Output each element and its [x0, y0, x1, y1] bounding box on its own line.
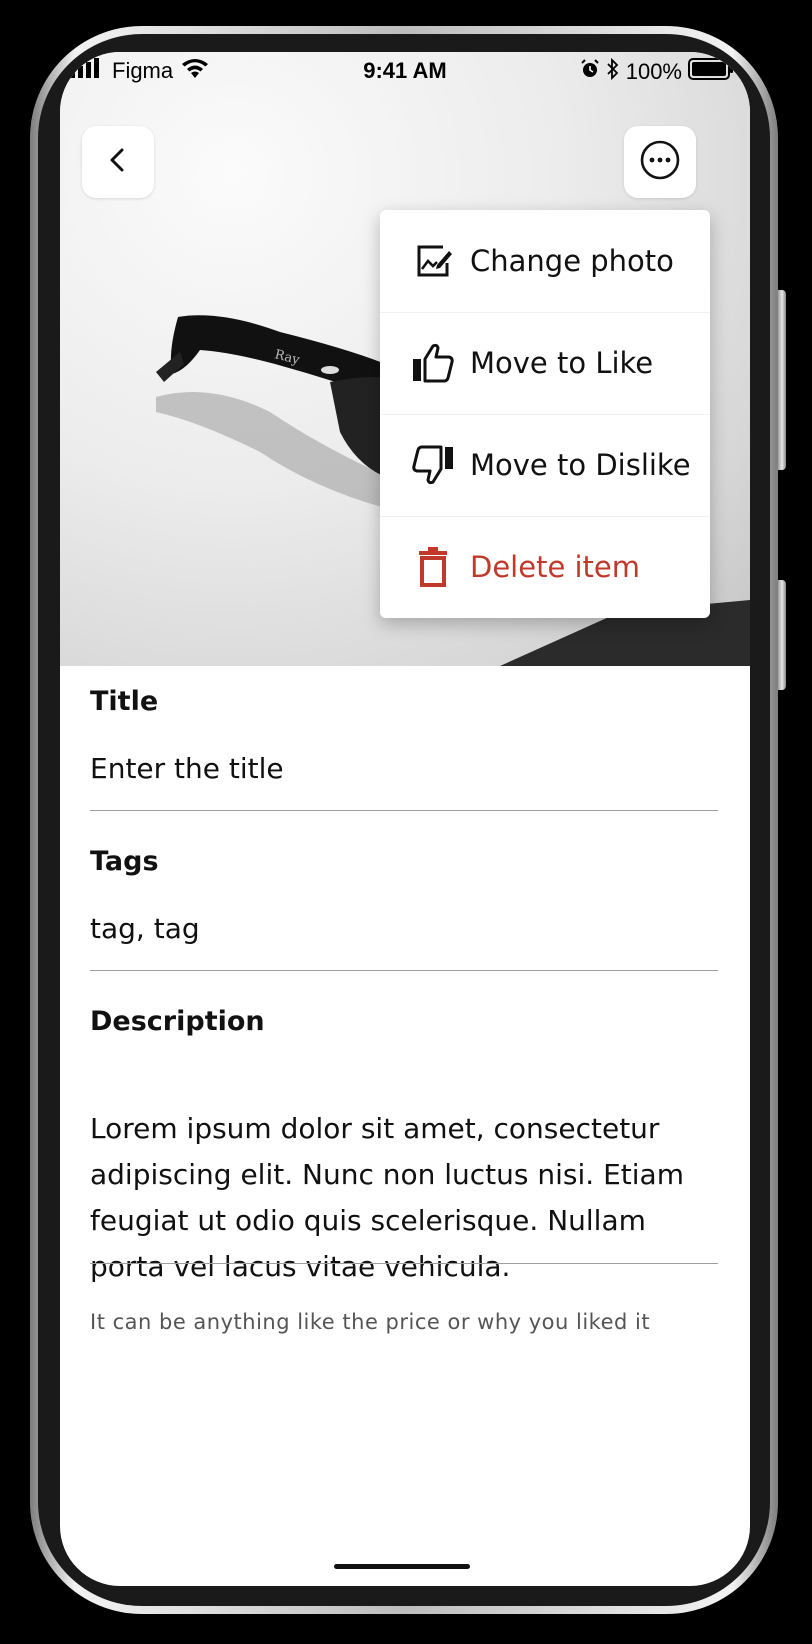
menu-item-label: Delete item — [470, 550, 641, 584]
menu-item-label: Change photo — [470, 244, 674, 278]
description-underline — [90, 1263, 718, 1264]
trash-icon — [410, 544, 456, 590]
menu-item-move-to-like[interactable]: Move to Like — [380, 312, 710, 414]
thumbs-up-icon — [410, 340, 456, 386]
status-bar: Figma 9:41 AM 100% — [60, 52, 750, 98]
battery-percent: 100% — [625, 59, 682, 84]
screen: Ray Figma 9:41 AM 100% Change photo Move… — [60, 52, 750, 1586]
menu-item-delete[interactable]: Delete item — [380, 516, 710, 618]
description-hint: It can be anything like the price or why… — [90, 1310, 651, 1334]
side-button-lower — [778, 580, 786, 690]
tags-underline — [90, 970, 718, 971]
title-field[interactable]: Enter the title — [90, 752, 284, 785]
menu-item-move-to-dislike[interactable]: Move to Dislike — [380, 414, 710, 516]
tags-label: Tags — [90, 846, 159, 877]
thumbs-down-icon — [410, 442, 456, 488]
more-options-button[interactable] — [624, 126, 696, 198]
more-horizontal-icon — [639, 139, 681, 185]
edit-image-icon — [410, 238, 456, 284]
menu-item-change-photo[interactable]: Change photo — [380, 210, 710, 312]
back-button[interactable] — [82, 126, 154, 198]
menu-item-label: Move to Dislike — [470, 448, 691, 482]
alarm-icon — [580, 59, 600, 85]
status-right: 100% — [580, 57, 734, 86]
tags-field[interactable]: tag, tag — [90, 912, 200, 945]
title-underline — [90, 810, 718, 811]
bluetooth-icon — [606, 57, 620, 86]
home-indicator[interactable] — [334, 1564, 470, 1569]
chevron-left-icon — [103, 145, 133, 179]
description-label: Description — [90, 1006, 265, 1037]
side-button-upper — [778, 290, 786, 470]
title-label: Title — [90, 686, 159, 717]
menu-item-label: Move to Like — [470, 346, 654, 380]
battery-icon — [688, 58, 734, 86]
options-menu: Change photo Move to Like Move to Dislik… — [380, 210, 710, 618]
